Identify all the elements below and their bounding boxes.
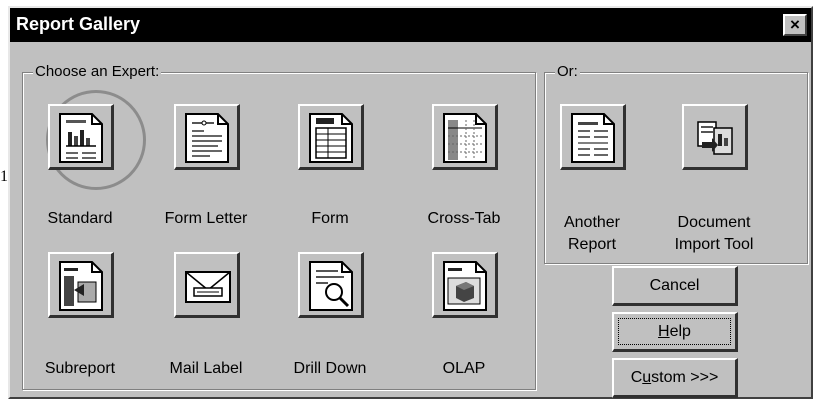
olap-button[interactable] xyxy=(432,252,498,318)
subreport-label: Subreport xyxy=(44,360,116,377)
form-letter-label: Form Letter xyxy=(164,210,248,227)
title-bar: Report Gallery × xyxy=(10,8,811,42)
another-report-button[interactable] xyxy=(560,104,626,170)
document-import-label: Document Import Tool xyxy=(644,212,784,256)
crosstab-document-icon xyxy=(443,113,487,163)
expert-drill-down[interactable]: Drill Down xyxy=(260,252,400,392)
document-import-label-line2: Import Tool xyxy=(674,236,754,253)
another-report-option[interactable]: Another Report xyxy=(522,104,662,253)
expert-cross-tab[interactable]: Cross-Tab xyxy=(394,104,534,244)
stray-mark: 1 xyxy=(0,168,8,185)
form-letter-button[interactable] xyxy=(174,104,240,170)
expert-form[interactable]: Form xyxy=(260,104,400,244)
cross-tab-button[interactable] xyxy=(432,104,498,170)
form-document-icon xyxy=(309,113,353,163)
mail-label-button[interactable] xyxy=(174,252,240,318)
focus-rectangle xyxy=(618,318,731,345)
document-import-option[interactable]: Document Import Tool xyxy=(644,104,784,253)
standard-button[interactable] xyxy=(48,104,114,170)
document-import-label-line1: Document xyxy=(677,214,751,231)
expert-mail-label[interactable]: Mail Label xyxy=(136,252,276,392)
choose-expert-legend: Choose an Expert: xyxy=(33,63,162,80)
report-document-icon xyxy=(571,113,615,163)
help-button[interactable]: Help xyxy=(612,312,738,352)
drill-down-label: Drill Down xyxy=(293,360,367,377)
close-button[interactable]: × xyxy=(783,14,807,36)
subreport-button[interactable] xyxy=(48,252,114,318)
letter-document-icon xyxy=(185,113,229,163)
expert-form-letter[interactable]: Form Letter xyxy=(136,104,276,244)
another-report-label: Another Report xyxy=(522,212,662,256)
form-label: Form xyxy=(311,210,349,227)
cube-document-icon xyxy=(443,261,487,311)
magnifier-document-icon xyxy=(309,261,353,311)
or-legend: Or: xyxy=(555,63,580,80)
mail-label-label: Mail Label xyxy=(169,360,243,377)
expert-olap[interactable]: OLAP xyxy=(394,252,534,392)
cancel-button[interactable]: Cancel xyxy=(612,266,738,306)
custom-label: Custom >>> xyxy=(630,368,719,386)
document-import-button[interactable] xyxy=(682,104,748,170)
window-title: Report Gallery xyxy=(16,14,141,34)
subreport-document-icon xyxy=(59,261,103,311)
report-gallery-dialog: Report Gallery × Choose an Expert: Stand… xyxy=(8,6,813,399)
cross-tab-label: Cross-Tab xyxy=(427,210,501,227)
form-button[interactable] xyxy=(298,104,364,170)
another-report-label-line1: Another xyxy=(563,214,621,231)
drill-down-button[interactable] xyxy=(298,252,364,318)
another-report-label-line2: Report xyxy=(567,236,617,253)
import-document-icon xyxy=(697,121,733,155)
standard-label: Standard xyxy=(47,210,113,227)
expert-subreport[interactable]: Subreport xyxy=(10,252,150,392)
chart-document-icon xyxy=(59,113,103,163)
custom-button[interactable]: Custom >>> xyxy=(612,358,738,398)
olap-label: OLAP xyxy=(442,360,486,377)
envelope-icon xyxy=(185,271,231,303)
expert-standard[interactable]: Standard xyxy=(10,104,150,244)
